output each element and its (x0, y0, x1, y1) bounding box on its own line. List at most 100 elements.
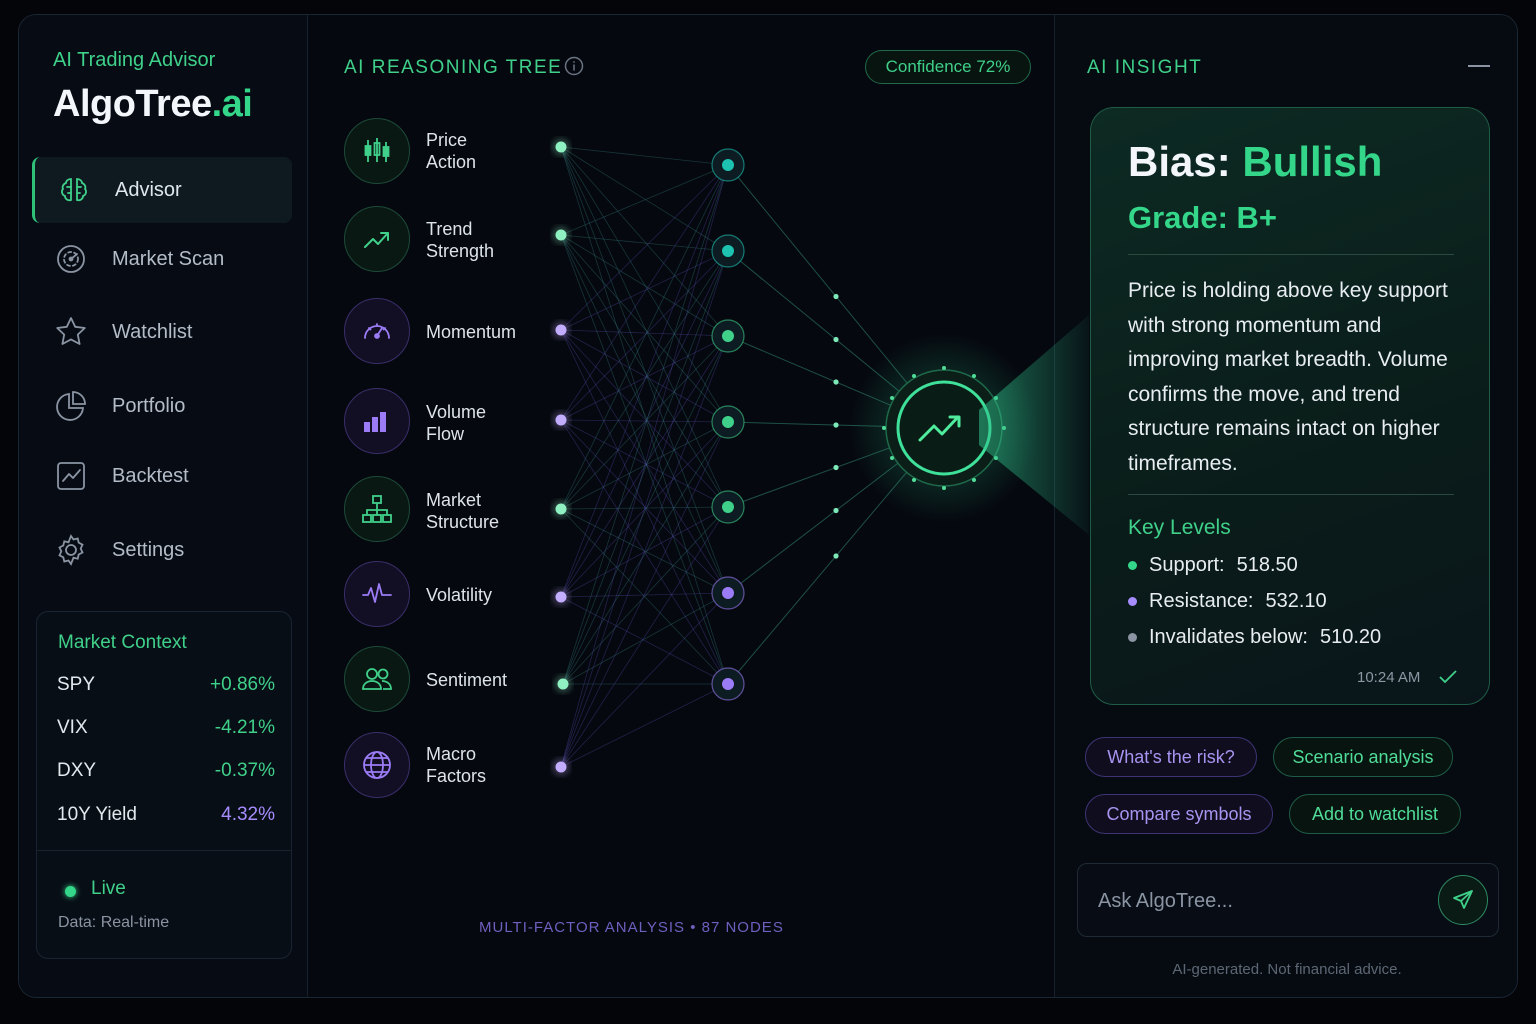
hidden-node-core (722, 159, 734, 171)
market-change: -4.21% (214, 717, 275, 738)
input-node (555, 414, 567, 426)
nav-label: Backtest (112, 464, 189, 487)
level-value: 532.10 (1265, 590, 1327, 612)
factor-volume-flow (344, 388, 410, 454)
divider (1128, 254, 1454, 255)
tree-waypoint (833, 553, 839, 559)
market-change: +0.86% (210, 674, 275, 695)
tree-edge (560, 164, 729, 510)
pulse-icon (362, 583, 392, 603)
market-symbol: SPY (57, 674, 96, 695)
chip-add-to-watchlist[interactable]: Add to watchlist (1289, 794, 1461, 834)
info-icon[interactable] (564, 56, 584, 76)
ask-box (1077, 863, 1499, 937)
output-ring-dot (993, 396, 998, 400)
level-value: 518.50 (1236, 554, 1298, 576)
tree-edge (560, 146, 729, 508)
nav-item-portfolio[interactable]: Portfolio (32, 373, 292, 439)
output-ring-dot (942, 366, 946, 370)
market-symbol: 10Y Yield (57, 804, 137, 825)
level-label: Support: (1149, 554, 1225, 576)
hidden-node-core (722, 330, 734, 342)
gear-icon (58, 534, 84, 566)
live-status: Live (91, 878, 126, 899)
brand-suffix: .ai (211, 83, 253, 125)
tree-footer: MULTI-FACTOR ANALYSIS • 87 NODES (479, 919, 784, 936)
factor-sentiment (344, 646, 410, 712)
level-label: Resistance: (1149, 590, 1254, 612)
nav-item-settings[interactable]: Settings (32, 517, 292, 583)
factor-label: Sentiment (426, 670, 508, 690)
tree-edge (560, 592, 729, 768)
hierarchy-icon (362, 495, 392, 523)
tree-edge (560, 683, 729, 768)
market-context-panel: Market Context SPY +0.86% VIX -4.21% DXY… (36, 611, 292, 959)
nav-item-advisor[interactable]: Advisor (32, 157, 292, 223)
output-ring-dot (993, 456, 998, 460)
bullet-icon (1128, 633, 1137, 642)
factor-market-structure (344, 476, 410, 542)
output-ring-dot (942, 486, 946, 490)
tree-edge (560, 234, 729, 594)
bias-label: Bias: (1128, 138, 1231, 185)
insight-card: Bias: Bullish Grade: B+ Price is holding… (1090, 107, 1490, 705)
panel-title: AI REASONING TREE (344, 57, 563, 78)
nav-item-backtest[interactable]: Backtest (32, 443, 292, 509)
hidden-node-core (722, 245, 734, 257)
factor-label: Trend Strength (426, 219, 495, 261)
brand-logo: AlgoTree.ai (53, 83, 253, 126)
output-node (896, 380, 992, 476)
level-support: Support: 518.50 (1128, 554, 1298, 577)
output-ring-dot (890, 396, 895, 400)
nav-label: Watchlist (112, 320, 193, 343)
tree-edge (560, 419, 729, 508)
chip-whats-the-risk[interactable]: What's the risk? (1085, 737, 1257, 777)
input-node (555, 761, 567, 773)
factor-label: Price Action (426, 130, 477, 172)
nav-item-market-scan[interactable]: Market Scan (32, 226, 292, 292)
level-resistance: Resistance: 532.10 (1128, 590, 1327, 613)
tree-edge (560, 335, 729, 768)
factor-trend-strength (344, 206, 410, 272)
market-change: 4.32% (221, 804, 275, 825)
pie-chart-icon (56, 391, 86, 421)
nav-item-watchlist[interactable]: Watchlist (32, 299, 292, 365)
factor-label: Volatility (426, 585, 493, 605)
output-ring-dot (972, 374, 976, 379)
output-ring-dot (882, 426, 886, 430)
tree-waypoint (833, 507, 839, 514)
output-ring-dot (1002, 426, 1006, 430)
star-icon (56, 317, 86, 345)
grade: Grade: B+ (1128, 200, 1278, 235)
factor-macro-factors (344, 732, 410, 798)
disclaimer: AI-generated. Not financial advice. (1172, 961, 1402, 978)
tree-edge (560, 164, 729, 331)
nav-label: Market Scan (112, 247, 225, 270)
level-value: 510.20 (1319, 626, 1382, 648)
radar-icon (57, 245, 85, 273)
input-node (555, 141, 567, 153)
send-button[interactable] (1438, 875, 1488, 925)
market-symbol: DXY (57, 760, 97, 781)
tree-edge (560, 419, 729, 423)
market-change: -0.37% (214, 760, 275, 781)
market-row-10y: 10Y Yield 4.32% (57, 804, 275, 826)
hidden-node-core (722, 678, 734, 690)
tree-waypoint (833, 379, 839, 385)
hidden-node-core (722, 416, 734, 428)
tree-edge (562, 506, 729, 685)
tree-edge (560, 421, 729, 768)
chip-compare-symbols[interactable]: Compare symbols (1085, 794, 1273, 834)
line-chart-icon (57, 462, 85, 490)
minimize-icon[interactable] (1468, 65, 1490, 67)
level-label: Invalidates below: (1149, 626, 1308, 648)
market-row-vix: VIX -4.21% (57, 717, 275, 739)
key-levels-title: Key Levels (1128, 516, 1231, 539)
tree-edge (560, 419, 729, 594)
tree-edge (560, 329, 729, 423)
send-icon (1453, 890, 1473, 909)
tree-waypoint (833, 464, 839, 471)
ask-input[interactable] (1098, 884, 1418, 918)
chip-scenario-analysis[interactable]: Scenario analysis (1273, 737, 1453, 777)
market-row-dxy: DXY -0.37% (57, 760, 275, 782)
